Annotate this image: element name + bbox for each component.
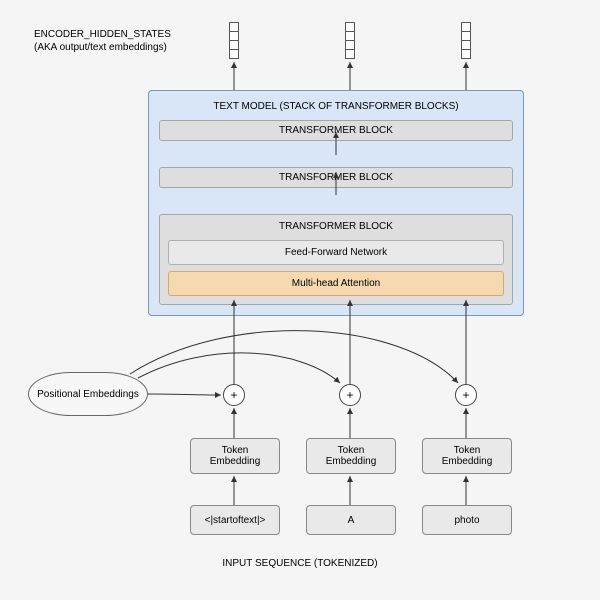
encoder-subtitle: (AKA output/text embeddings) xyxy=(34,41,171,54)
token-1: A xyxy=(306,505,396,535)
transformer-block-top: TRANSFORMER BLOCK xyxy=(159,120,513,141)
text-model-title: TEXT MODEL (STACK OF TRANSFORMER BLOCKS) xyxy=(159,101,513,112)
transformer-block-expanded: TRANSFORMER BLOCK Feed-Forward Network M… xyxy=(159,214,513,305)
multi-head-attention: Multi-head Attention xyxy=(168,271,504,296)
token-embedding-2: Token Embedding xyxy=(422,438,512,474)
input-sequence-label: INPUT SEQUENCE (TOKENIZED) xyxy=(0,558,600,569)
output-embedding-2 xyxy=(461,22,471,59)
transformer-block-mid: TRANSFORMER BLOCK xyxy=(159,167,513,188)
token-embedding-0: Token Embedding xyxy=(190,438,280,474)
transformer-block-expanded-title: TRANSFORMER BLOCK xyxy=(168,221,504,232)
output-embedding-1 xyxy=(345,22,355,59)
positional-embeddings: Positional Embeddings xyxy=(28,372,148,416)
add-node-1: + xyxy=(339,384,361,406)
encoder-title: ENCODER_HIDDEN_STATES xyxy=(34,28,171,41)
feed-forward-network: Feed-Forward Network xyxy=(168,240,504,265)
output-embedding-0 xyxy=(229,22,239,59)
token-2: photo xyxy=(422,505,512,535)
token-0: <|startoftext|> xyxy=(190,505,280,535)
text-model: TEXT MODEL (STACK OF TRANSFORMER BLOCKS)… xyxy=(148,90,524,316)
token-embedding-1: Token Embedding xyxy=(306,438,396,474)
add-node-0: + xyxy=(223,384,245,406)
add-node-2: + xyxy=(455,384,477,406)
